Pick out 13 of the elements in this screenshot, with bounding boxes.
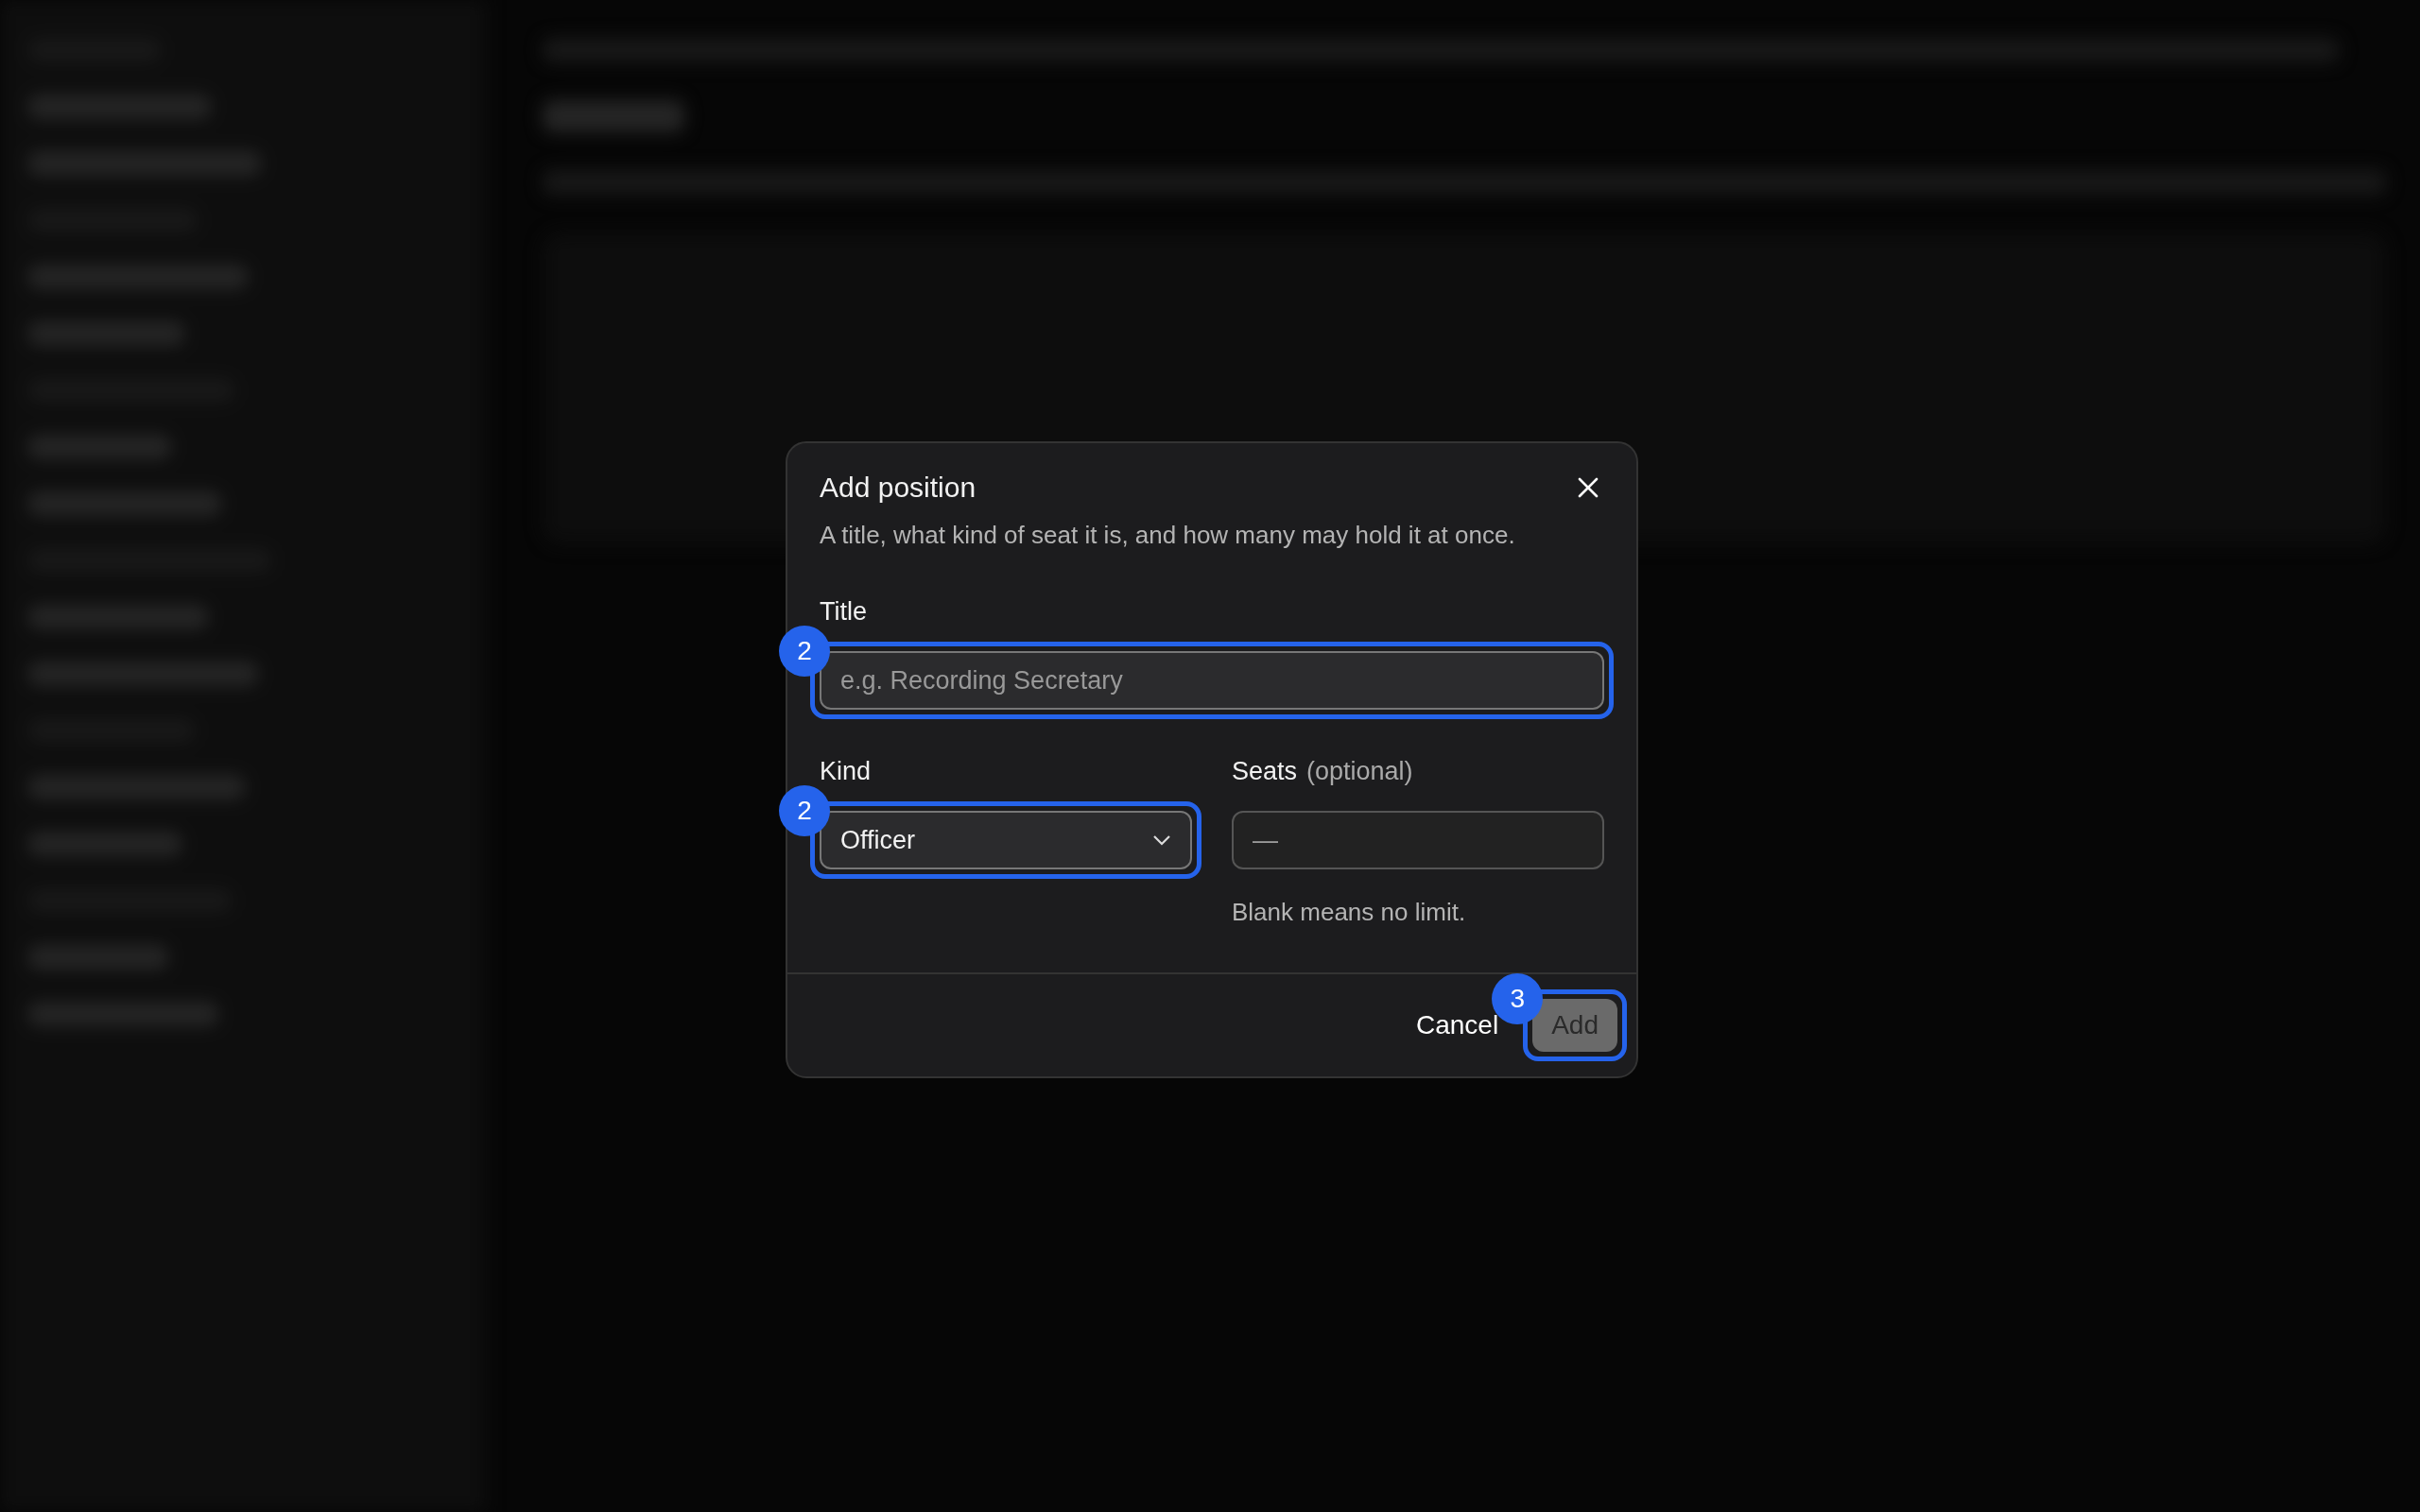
field-label: Kind [820, 757, 872, 786]
seats-input-field[interactable]: — [1232, 811, 1604, 869]
chevron-down-icon [1152, 834, 1171, 846]
step-number-badge: 2 [779, 785, 830, 836]
kind-dropdown[interactable]: Officer [820, 811, 1192, 869]
field-label: Seats [1232, 757, 1298, 785]
optional-note: (optional) [1306, 757, 1413, 785]
field-label: Title [820, 597, 867, 627]
title-input-field[interactable]: e.g. Recording Secretary [820, 651, 1604, 710]
dialog-description: A title, what kind of seat it is, and how many may hold it at once. [820, 521, 1516, 550]
step-number-badge: 2 [779, 626, 830, 677]
dialog-title: Add position [820, 472, 977, 504]
help-text: Blank means no limit. [1232, 898, 1467, 927]
